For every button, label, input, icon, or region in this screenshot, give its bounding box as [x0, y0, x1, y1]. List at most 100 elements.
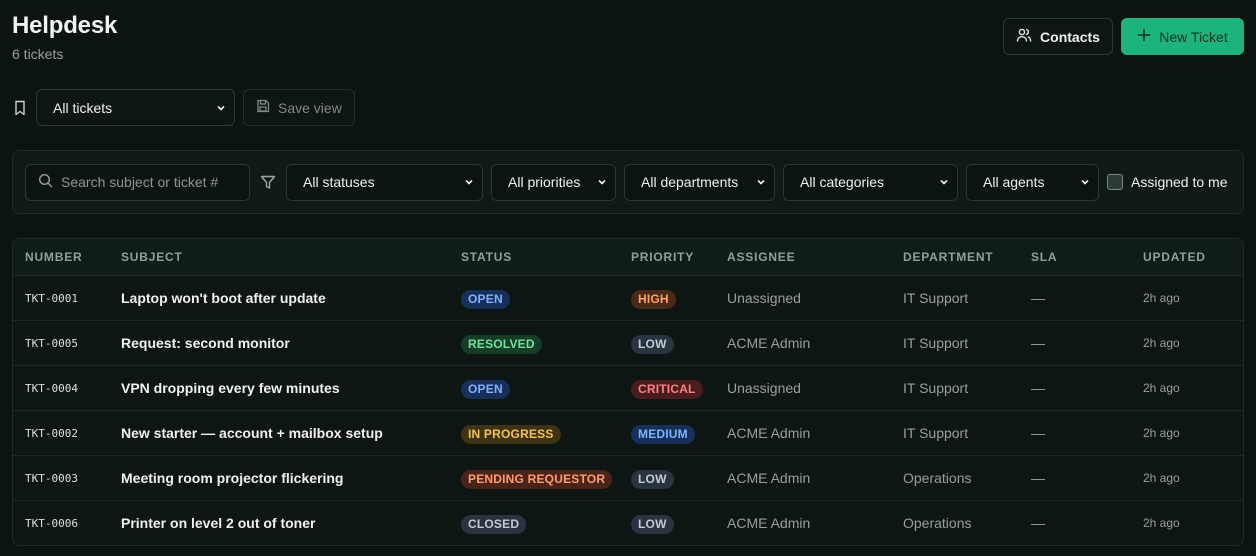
status-cell: RESOLVED — [461, 321, 542, 366]
department-cell: Operations — [903, 470, 972, 486]
category-filter-select[interactable]: All categories — [783, 163, 958, 201]
sla-cell: — — [1031, 515, 1045, 531]
priority-filter-value: All priorities — [508, 174, 581, 190]
search-box — [25, 163, 250, 201]
page-title: Helpdesk — [12, 12, 118, 39]
saved-view-value: All tickets — [53, 99, 113, 116]
agent-filter-value: All agents — [983, 174, 1045, 190]
ticket-number[interactable]: TKT-0002 — [25, 411, 78, 456]
column-header-department[interactable]: DEPARTMENT — [903, 239, 993, 276]
column-header-status[interactable]: STATUS — [461, 239, 512, 276]
status-badge: OPEN — [461, 289, 510, 309]
status-filter-select[interactable]: All statuses — [286, 163, 483, 201]
priority-cell: MEDIUM — [631, 411, 695, 456]
table-body: TKT-0001 Laptop won't boot after update OP… — [13, 276, 1243, 545]
column-header-number[interactable]: NUMBER — [25, 239, 82, 276]
department-cell: IT Support — [903, 290, 969, 306]
status-cell: OPEN — [461, 276, 510, 321]
ticket-subject[interactable]: Laptop won't boot after update — [121, 276, 326, 321]
priority-badge: MEDIUM — [631, 424, 695, 444]
ticket-number[interactable]: TKT-0004 — [25, 366, 78, 411]
ticket-subject[interactable]: VPN dropping every few minutes — [121, 366, 340, 411]
column-header-priority[interactable]: PRIORITY — [631, 239, 694, 276]
updated-cell: 2h ago — [1143, 516, 1180, 530]
table-row[interactable]: TKT-0001 Laptop won't boot after update OP… — [13, 276, 1243, 321]
chevron-down-icon — [939, 174, 949, 190]
page-header: Helpdesk 6 tickets — [12, 12, 117, 62]
chevron-down-icon — [216, 100, 226, 116]
table-row[interactable]: TKT-0002 New starter — account + mailbox … — [13, 411, 1243, 456]
sla-cell: — — [1031, 290, 1045, 306]
table-row[interactable]: TKT-0003 Meeting room projector flickerin… — [13, 456, 1243, 501]
filter-bar: All statuses All priorities All departme… — [12, 150, 1244, 214]
category-filter-value: All categories — [800, 174, 885, 190]
priority-cell: LOW — [631, 501, 674, 545]
department-cell: IT Support — [903, 335, 969, 351]
status-badge: IN PROGRESS — [461, 424, 561, 444]
assigned-to-me-toggle[interactable]: Assigned to me — [1107, 174, 1228, 190]
priority-cell: LOW — [631, 321, 674, 366]
sla-cell: — — [1031, 380, 1045, 396]
status-badge: OPEN — [461, 379, 510, 399]
status-badge: PENDING REQUESTOR — [461, 469, 613, 489]
bookmark-icon[interactable] — [12, 100, 28, 116]
view-bar: All tickets Save view — [12, 89, 355, 126]
assigned-to-me-label: Assigned to me — [1131, 174, 1228, 190]
status-cell: IN PROGRESS — [461, 411, 561, 456]
ticket-subject[interactable]: Request: second monitor — [121, 321, 290, 366]
updated-cell: 2h ago — [1143, 336, 1180, 350]
assignee-cell: ACME Admin — [727, 515, 811, 531]
saved-view-select[interactable]: All tickets — [36, 89, 235, 126]
department-filter-value: All departments — [641, 174, 739, 190]
priority-badge: HIGH — [631, 289, 676, 309]
priority-badge: LOW — [631, 334, 674, 354]
column-header-sla[interactable]: SLA — [1031, 239, 1057, 276]
plus-icon — [1137, 28, 1151, 45]
sla-cell: — — [1031, 470, 1045, 486]
save-view-button[interactable]: Save view — [243, 89, 355, 126]
agent-filter-select[interactable]: All agents — [966, 163, 1099, 201]
chevron-down-icon — [1080, 174, 1090, 190]
assignee-cell: ACME Admin — [727, 335, 811, 351]
ticket-number[interactable]: TKT-0003 — [25, 456, 78, 501]
chevron-down-icon — [597, 174, 607, 190]
column-header-subject[interactable]: SUBJECT — [121, 239, 183, 276]
ticket-subject[interactable]: New starter — account + mailbox setup — [121, 411, 383, 456]
search-input[interactable] — [61, 174, 236, 190]
ticket-number[interactable]: TKT-0005 — [25, 321, 78, 366]
ticket-count: 6 tickets — [12, 46, 64, 62]
status-badge: RESOLVED — [461, 334, 542, 354]
column-header-assignee[interactable]: ASSIGNEE — [727, 239, 795, 276]
department-filter-select[interactable]: All departments — [624, 163, 775, 201]
priority-filter-select[interactable]: All priorities — [491, 163, 616, 201]
ticket-number[interactable]: TKT-0006 — [25, 501, 78, 545]
search-icon — [38, 173, 53, 191]
status-cell: CLOSED — [461, 501, 527, 545]
status-cell: PENDING REQUESTOR — [461, 456, 613, 501]
table-row[interactable]: TKT-0006 Printer on level 2 out of toner C… — [13, 501, 1243, 545]
contacts-button[interactable]: Contacts — [1003, 18, 1113, 55]
users-icon — [1016, 27, 1032, 46]
table-row[interactable]: TKT-0005 Request: second monitor RESOLVED L… — [13, 321, 1243, 366]
priority-cell: LOW — [631, 456, 674, 501]
ticket-subject[interactable]: Meeting room projector flickering — [121, 456, 343, 501]
table-row[interactable]: TKT-0004 VPN dropping every few minutes OP… — [13, 366, 1243, 411]
department-cell: IT Support — [903, 425, 969, 441]
priority-cell: CRITICAL — [631, 366, 703, 411]
chevron-down-icon — [756, 174, 766, 190]
ticket-subject[interactable]: Printer on level 2 out of toner — [121, 501, 315, 545]
assignee-cell: Unassigned — [727, 290, 801, 306]
status-cell: OPEN — [461, 366, 510, 411]
column-header-updated[interactable]: UPDATED — [1143, 239, 1206, 276]
sla-cell: — — [1031, 335, 1045, 351]
tickets-table: NUMBER SUBJECT STATUS PRIORITY ASSIGNEE … — [12, 238, 1244, 546]
table-header: NUMBER SUBJECT STATUS PRIORITY ASSIGNEE … — [13, 239, 1243, 276]
ticket-number[interactable]: TKT-0001 — [25, 276, 78, 321]
priority-badge: LOW — [631, 469, 674, 489]
assigned-to-me-checkbox[interactable] — [1107, 174, 1123, 190]
assignee-cell: ACME Admin — [727, 425, 811, 441]
new-ticket-button[interactable]: New Ticket — [1121, 18, 1244, 55]
updated-cell: 2h ago — [1143, 291, 1180, 305]
updated-cell: 2h ago — [1143, 381, 1180, 395]
assignee-cell: ACME Admin — [727, 470, 811, 486]
